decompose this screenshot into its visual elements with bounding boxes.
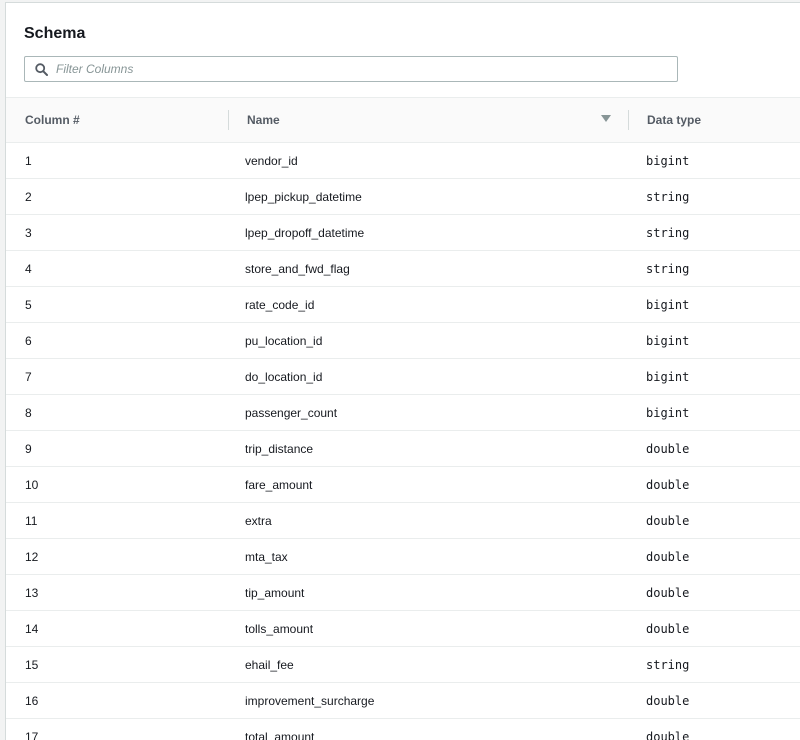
column-number-cell: 4 bbox=[25, 261, 32, 276]
table-row[interactable]: 7 do_location_id bigint bbox=[6, 359, 800, 395]
column-number-cell: 10 bbox=[25, 477, 39, 492]
data-type-cell: bigint bbox=[646, 333, 690, 348]
column-name-cell: ehail_fee bbox=[245, 657, 294, 672]
data-type-cell: double bbox=[646, 513, 690, 528]
column-name-cell: mta_tax bbox=[245, 549, 288, 564]
data-type-cell: bigint bbox=[646, 405, 690, 420]
column-number-cell: 2 bbox=[25, 189, 32, 204]
column-name-cell: extra bbox=[245, 513, 272, 528]
column-number-cell: 5 bbox=[25, 297, 32, 312]
column-name-cell: rate_code_id bbox=[245, 297, 315, 312]
column-name-cell: do_location_id bbox=[245, 369, 323, 384]
column-name-cell: store_and_fwd_flag bbox=[245, 261, 350, 276]
column-name-cell: total_amount bbox=[245, 729, 315, 740]
table-body: 1 vendor_id bigint 2 lpep_pickup_datetime str… bbox=[6, 143, 800, 740]
column-number-cell: 11 bbox=[25, 513, 38, 528]
table-row[interactable]: 2 lpep_pickup_datetime string bbox=[6, 179, 800, 215]
data-type-header-label: Data type bbox=[647, 113, 702, 127]
data-type-cell: bigint bbox=[646, 153, 690, 168]
caret-down-icon[interactable] bbox=[601, 115, 611, 122]
data-type-cell: string bbox=[646, 225, 690, 240]
column-number-cell: 13 bbox=[25, 585, 39, 600]
data-type-cell: double bbox=[646, 549, 690, 564]
column-name-cell: trip_distance bbox=[245, 441, 314, 456]
column-num-header[interactable]: Column # bbox=[6, 98, 228, 143]
filter-columns-input[interactable] bbox=[56, 62, 656, 76]
data-type-cell: bigint bbox=[646, 297, 690, 312]
table-row[interactable]: 16 improvement_surcharge double bbox=[6, 683, 800, 719]
column-number-cell: 16 bbox=[25, 693, 39, 708]
table-row[interactable]: 10 fare_amount double bbox=[6, 467, 800, 503]
column-divider[interactable] bbox=[628, 110, 629, 130]
data-type-cell: bigint bbox=[646, 369, 690, 384]
column-number-cell: 7 bbox=[25, 369, 32, 384]
column-number-cell: 12 bbox=[25, 549, 39, 564]
table-row[interactable]: 15 ehail_fee string bbox=[6, 647, 800, 683]
data-type-cell: string bbox=[646, 657, 690, 672]
column-name-cell: lpep_dropoff_datetime bbox=[245, 225, 365, 240]
data-type-cell: string bbox=[646, 189, 690, 204]
column-name-cell: tip_amount bbox=[245, 585, 305, 600]
column-number-cell: 8 bbox=[25, 405, 32, 420]
table-row[interactable]: 13 tip_amount double bbox=[6, 575, 800, 611]
table-row[interactable]: 9 trip_distance double bbox=[6, 431, 800, 467]
data-type-cell: double bbox=[646, 621, 690, 636]
table-row[interactable]: 4 store_and_fwd_flag string bbox=[6, 251, 800, 287]
table-row[interactable]: 12 mta_tax double bbox=[6, 539, 800, 575]
column-number-cell: 6 bbox=[25, 333, 32, 348]
data-type-cell: double bbox=[646, 729, 690, 740]
table-row[interactable]: 11 extra double bbox=[6, 503, 800, 539]
name-header-label: Name bbox=[247, 113, 280, 127]
data-type-cell: double bbox=[646, 585, 690, 600]
column-number-cell: 15 bbox=[25, 657, 39, 672]
table-row[interactable]: 14 tolls_amount double bbox=[6, 611, 800, 647]
filter-columns-box[interactable] bbox=[24, 56, 678, 82]
data-type-header[interactable]: Data type bbox=[628, 98, 800, 143]
table-row[interactable]: 8 passenger_count bigint bbox=[6, 395, 800, 431]
column-name-cell: pu_location_id bbox=[245, 333, 323, 348]
column-number-cell: 3 bbox=[25, 225, 32, 240]
schema-table: Column # Name Data type 1 vendor_id bigi… bbox=[6, 97, 800, 740]
table-row[interactable]: 17 total_amount double bbox=[6, 719, 800, 740]
column-name-cell: vendor_id bbox=[245, 153, 298, 168]
table-row[interactable]: 6 pu_location_id bigint bbox=[6, 323, 800, 359]
column-name-cell: lpep_pickup_datetime bbox=[245, 189, 362, 204]
column-name-cell: passenger_count bbox=[245, 405, 338, 420]
schema-header: Schema bbox=[6, 3, 800, 97]
data-type-cell: double bbox=[646, 693, 690, 708]
column-number-cell: 9 bbox=[25, 441, 32, 456]
table-row[interactable]: 1 vendor_id bigint bbox=[6, 143, 800, 179]
schema-title: Schema bbox=[24, 25, 86, 42]
column-name-cell: tolls_amount bbox=[245, 621, 314, 636]
column-number-cell: 1 bbox=[25, 153, 32, 168]
data-type-cell: double bbox=[646, 441, 690, 456]
column-name-cell: fare_amount bbox=[245, 477, 313, 492]
column-divider[interactable] bbox=[228, 110, 229, 130]
column-number-cell: 17 bbox=[25, 729, 39, 740]
column-name-cell: improvement_surcharge bbox=[245, 693, 375, 708]
data-type-cell: double bbox=[646, 477, 690, 492]
column-num-header-label: Column # bbox=[25, 113, 80, 127]
name-header[interactable]: Name bbox=[228, 98, 628, 143]
column-number-cell: 14 bbox=[25, 621, 39, 636]
table-row[interactable]: 3 lpep_dropoff_datetime string bbox=[6, 215, 800, 251]
search-icon bbox=[34, 62, 48, 76]
table-header-row: Column # Name Data type bbox=[6, 97, 800, 143]
table-row[interactable]: 5 rate_code_id bigint bbox=[6, 287, 800, 323]
schema-panel: Schema Column # bbox=[5, 2, 800, 740]
data-type-cell: string bbox=[646, 261, 690, 276]
